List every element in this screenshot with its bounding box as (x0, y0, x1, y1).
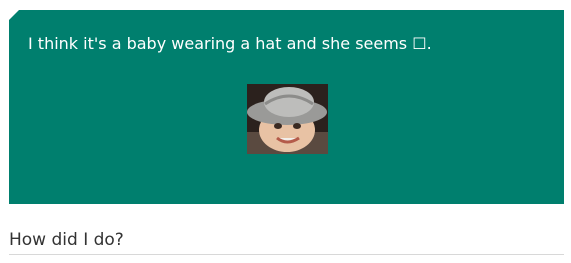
baby-photo-illustration (247, 84, 328, 154)
caption-card: I think it's a baby wearing a hat and sh… (9, 10, 564, 204)
baby-photo (247, 84, 328, 154)
divider (9, 254, 564, 255)
feedback-heading: How did I do? (9, 230, 124, 250)
card-corner-notch (9, 10, 19, 20)
caption-text: I think it's a baby wearing a hat and sh… (28, 34, 432, 53)
